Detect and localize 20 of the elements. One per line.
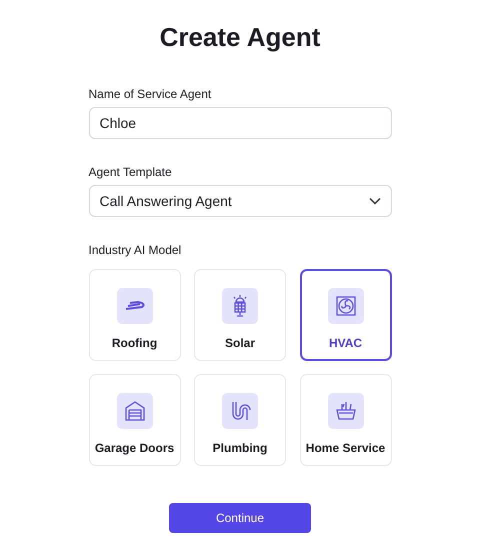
- chevron-down-icon: [368, 197, 380, 205]
- field-label: Name of Service Agent: [88, 87, 212, 101]
- model-card[interactable]: Home Service: [300, 374, 392, 466]
- model-label: HVAC: [328, 336, 362, 350]
- model-label: Plumbing: [212, 441, 268, 455]
- model-label: Garage Doors: [94, 441, 174, 455]
- model-card[interactable]: HVAC: [300, 269, 392, 361]
- section-label: Industry AI Model: [88, 243, 182, 257]
- name-input-field[interactable]: Chloe: [88, 107, 392, 139]
- page-title: Create Agent: [158, 21, 322, 54]
- model-card[interactable]: Plumbing: [194, 374, 286, 466]
- continue-button[interactable]: Continue: [169, 503, 311, 533]
- model-label: Home Service: [306, 441, 386, 455]
- model-card[interactable]: Garage Doors: [88, 374, 180, 466]
- model-card[interactable]: Roofing: [88, 269, 180, 361]
- model-card[interactable]: Solar: [194, 269, 286, 361]
- model-label: Roofing: [112, 336, 158, 350]
- template-dropdown[interactable]: Call Answering Agent: [88, 185, 392, 217]
- model-label: Solar: [224, 336, 255, 350]
- field-label: Agent Template: [88, 165, 173, 179]
